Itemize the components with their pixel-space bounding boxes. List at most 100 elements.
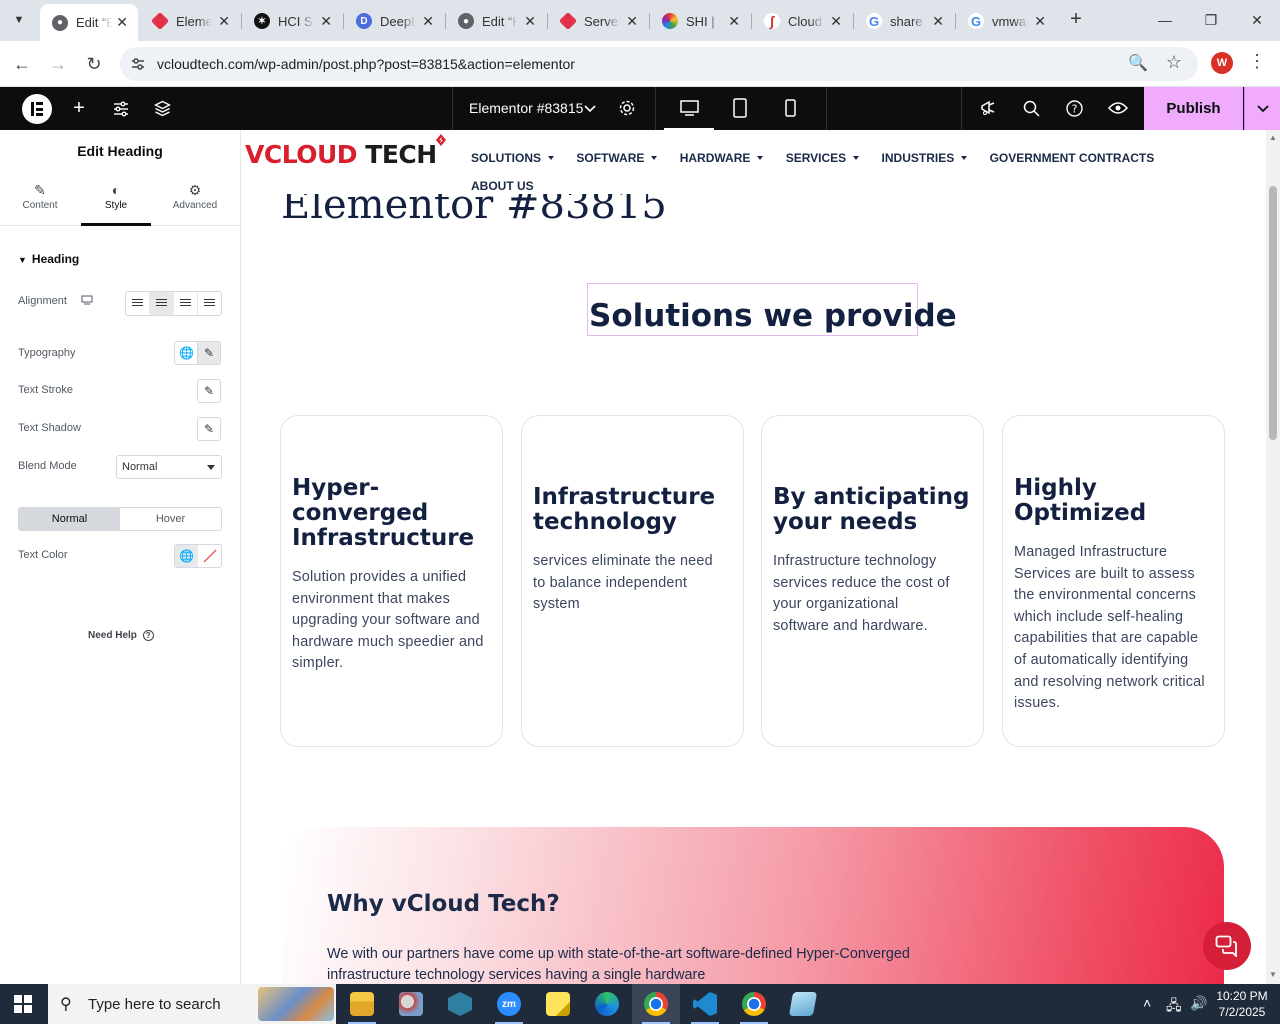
- need-help-link[interactable]: Need Help ?: [88, 630, 154, 641]
- site-logo[interactable]: VCLOUD TECH: [245, 134, 446, 169]
- publish-options-button[interactable]: [1244, 87, 1280, 130]
- taskbar-search[interactable]: ⚲ Type here to search: [48, 984, 336, 1024]
- profile-avatar[interactable]: W: [1211, 52, 1233, 74]
- page-scrollbar[interactable]: ▲ ▼: [1266, 130, 1280, 984]
- browser-tab[interactable]: Server ✕: [548, 6, 648, 36]
- site-settings-icon[interactable]: [130, 56, 146, 72]
- show-hidden-icons-chevron-icon[interactable]: ˄: [1143, 995, 1151, 1011]
- publish-button[interactable]: Publish: [1144, 87, 1243, 130]
- edge-browser-icon[interactable]: [583, 984, 631, 1024]
- restore-window-icon[interactable]: ❐: [1188, 4, 1234, 36]
- network-icon[interactable]: 🖧: [1166, 995, 1182, 1019]
- app-hex-icon[interactable]: [436, 984, 484, 1024]
- nav-item-industries[interactable]: INDUSTRIES: [882, 151, 968, 165]
- tab-advanced[interactable]: ⚙ Advanced: [160, 182, 230, 211]
- snipping-app-icon[interactable]: [387, 984, 435, 1024]
- edit-text-shadow-pencil-icon[interactable]: ✎: [197, 417, 221, 441]
- close-window-icon[interactable]: ✕: [1234, 4, 1280, 36]
- zoom-icon[interactable]: 🔍: [1128, 53, 1148, 73]
- page-settings-gear-icon[interactable]: [618, 99, 636, 117]
- close-tab-icon[interactable]: ✕: [116, 14, 128, 31]
- close-tab-icon[interactable]: ✕: [626, 13, 638, 30]
- chrome-profile-icon[interactable]: [730, 984, 778, 1024]
- close-tab-icon[interactable]: ✕: [422, 13, 434, 30]
- close-tab-icon[interactable]: ✕: [830, 13, 842, 30]
- close-tab-icon[interactable]: ✕: [1034, 13, 1046, 30]
- nav-item-about-us[interactable]: ABOUT US: [471, 179, 534, 193]
- browser-tab[interactable]: G vmware ✕: [956, 6, 1056, 36]
- browser-tab[interactable]: D DeepL ✕: [344, 6, 444, 36]
- browser-tab[interactable]: ✶ HCI Solutions ✕: [242, 6, 342, 36]
- global-typography-icon[interactable]: 🌐: [174, 341, 198, 365]
- color-swatch-empty-icon[interactable]: [198, 545, 221, 567]
- mobile-device-icon[interactable]: [785, 99, 796, 117]
- align-center-icon[interactable]: [150, 292, 174, 315]
- responsive-desktop-icon[interactable]: [81, 295, 93, 305]
- nav-item-services[interactable]: SERVICES: [786, 151, 860, 165]
- tab-hover[interactable]: Hover: [120, 508, 221, 530]
- browser-menu-icon[interactable]: ⋮: [1248, 51, 1266, 72]
- align-right-icon[interactable]: [174, 292, 198, 315]
- help-icon[interactable]: ?: [1066, 100, 1083, 117]
- nav-item-solutions[interactable]: SOLUTIONS: [471, 151, 555, 165]
- section-toggle-heading[interactable]: ▼ Heading: [18, 252, 79, 266]
- elementor-logo-icon[interactable]: [22, 94, 52, 124]
- volume-icon[interactable]: 🔊: [1190, 995, 1207, 1012]
- browser-tab[interactable]: ● Edit “Hyper” ✕: [446, 6, 546, 36]
- browser-tab[interactable]: Elementor ✕: [140, 6, 240, 36]
- tab-style[interactable]: ◐ Style: [81, 182, 151, 211]
- url-text[interactable]: vcloudtech.com/wp-admin/post.php?post=83…: [157, 56, 575, 72]
- chevron-down-icon[interactable]: [584, 104, 596, 114]
- browser-tab[interactable]: ● Edit “Elementor #83815” ✕: [40, 4, 138, 41]
- close-tab-icon[interactable]: ✕: [728, 13, 740, 30]
- close-tab-icon[interactable]: ✕: [524, 13, 536, 30]
- preview-eye-icon[interactable]: [1108, 101, 1128, 115]
- windows-start-icon[interactable]: [14, 995, 32, 1013]
- nav-item-hardware[interactable]: HARDWARE: [680, 151, 764, 165]
- global-color-icon[interactable]: 🌐: [175, 545, 198, 567]
- search-icon[interactable]: [1023, 100, 1040, 117]
- nav-item-software[interactable]: SOFTWARE: [576, 151, 658, 165]
- chrome-browser-icon[interactable]: [632, 984, 680, 1024]
- scroll-up-arrow-icon[interactable]: ▲: [1269, 133, 1277, 142]
- scrollbar-thumb[interactable]: [1269, 186, 1277, 440]
- close-tab-icon[interactable]: ✕: [218, 13, 230, 30]
- blend-mode-select[interactable]: Normal: [116, 455, 222, 479]
- file-explorer-icon[interactable]: [338, 984, 386, 1024]
- taskbar-clock[interactable]: 10:20 PM 7/2/2025: [1212, 988, 1272, 1020]
- section-heading[interactable]: Solutions we provide: [589, 298, 957, 334]
- close-tab-icon[interactable]: ✕: [932, 13, 944, 30]
- browser-tab[interactable]: SHI | ✕: [650, 6, 750, 36]
- edit-typography-pencil-icon[interactable]: ✎: [197, 341, 221, 365]
- align-left-icon[interactable]: [126, 292, 150, 315]
- reload-icon[interactable]: ↻: [80, 50, 108, 78]
- tab-search-button[interactable]: ▼: [6, 8, 32, 32]
- structure-layers-icon[interactable]: [154, 100, 171, 117]
- site-settings-sliders-icon[interactable]: [113, 101, 129, 117]
- nav-item-government-contracts[interactable]: GOVERNMENT CONTRACTS: [990, 151, 1155, 165]
- vscode-icon[interactable]: [681, 984, 729, 1024]
- add-element-icon[interactable]: +: [68, 97, 90, 119]
- bookmark-star-icon[interactable]: ☆: [1166, 52, 1182, 73]
- browser-tab[interactable]: ∫ Cloud ✕: [752, 6, 852, 36]
- tab-normal[interactable]: Normal: [19, 508, 120, 530]
- tab-content[interactable]: ✎ Content: [5, 182, 75, 211]
- back-arrow-icon[interactable]: ←: [8, 50, 36, 78]
- browser-tab[interactable]: G share ✕: [854, 6, 954, 36]
- tablet-device-icon[interactable]: [733, 98, 747, 118]
- align-justify-icon[interactable]: [198, 292, 221, 315]
- zoom-app-icon[interactable]: zm: [485, 984, 533, 1024]
- address-bar[interactable]: vcloudtech.com/wp-admin/post.php?post=83…: [120, 47, 1198, 81]
- new-tab-button[interactable]: +: [1064, 8, 1088, 32]
- document-title[interactable]: Elementor #83815: [469, 100, 583, 116]
- minimize-window-icon[interactable]: —: [1142, 4, 1188, 36]
- forward-arrow-icon[interactable]: →: [44, 50, 72, 78]
- close-tab-icon[interactable]: ✕: [320, 13, 332, 30]
- edit-text-stroke-pencil-icon[interactable]: ✎: [197, 379, 221, 403]
- sticky-notes-icon[interactable]: [534, 984, 582, 1024]
- scroll-down-arrow-icon[interactable]: ▼: [1269, 970, 1277, 979]
- notifications-megaphone-icon[interactable]: [979, 99, 997, 117]
- app-notepad-icon[interactable]: [779, 984, 827, 1024]
- desktop-device-icon[interactable]: [680, 100, 699, 116]
- chat-widget-button[interactable]: [1203, 922, 1251, 970]
